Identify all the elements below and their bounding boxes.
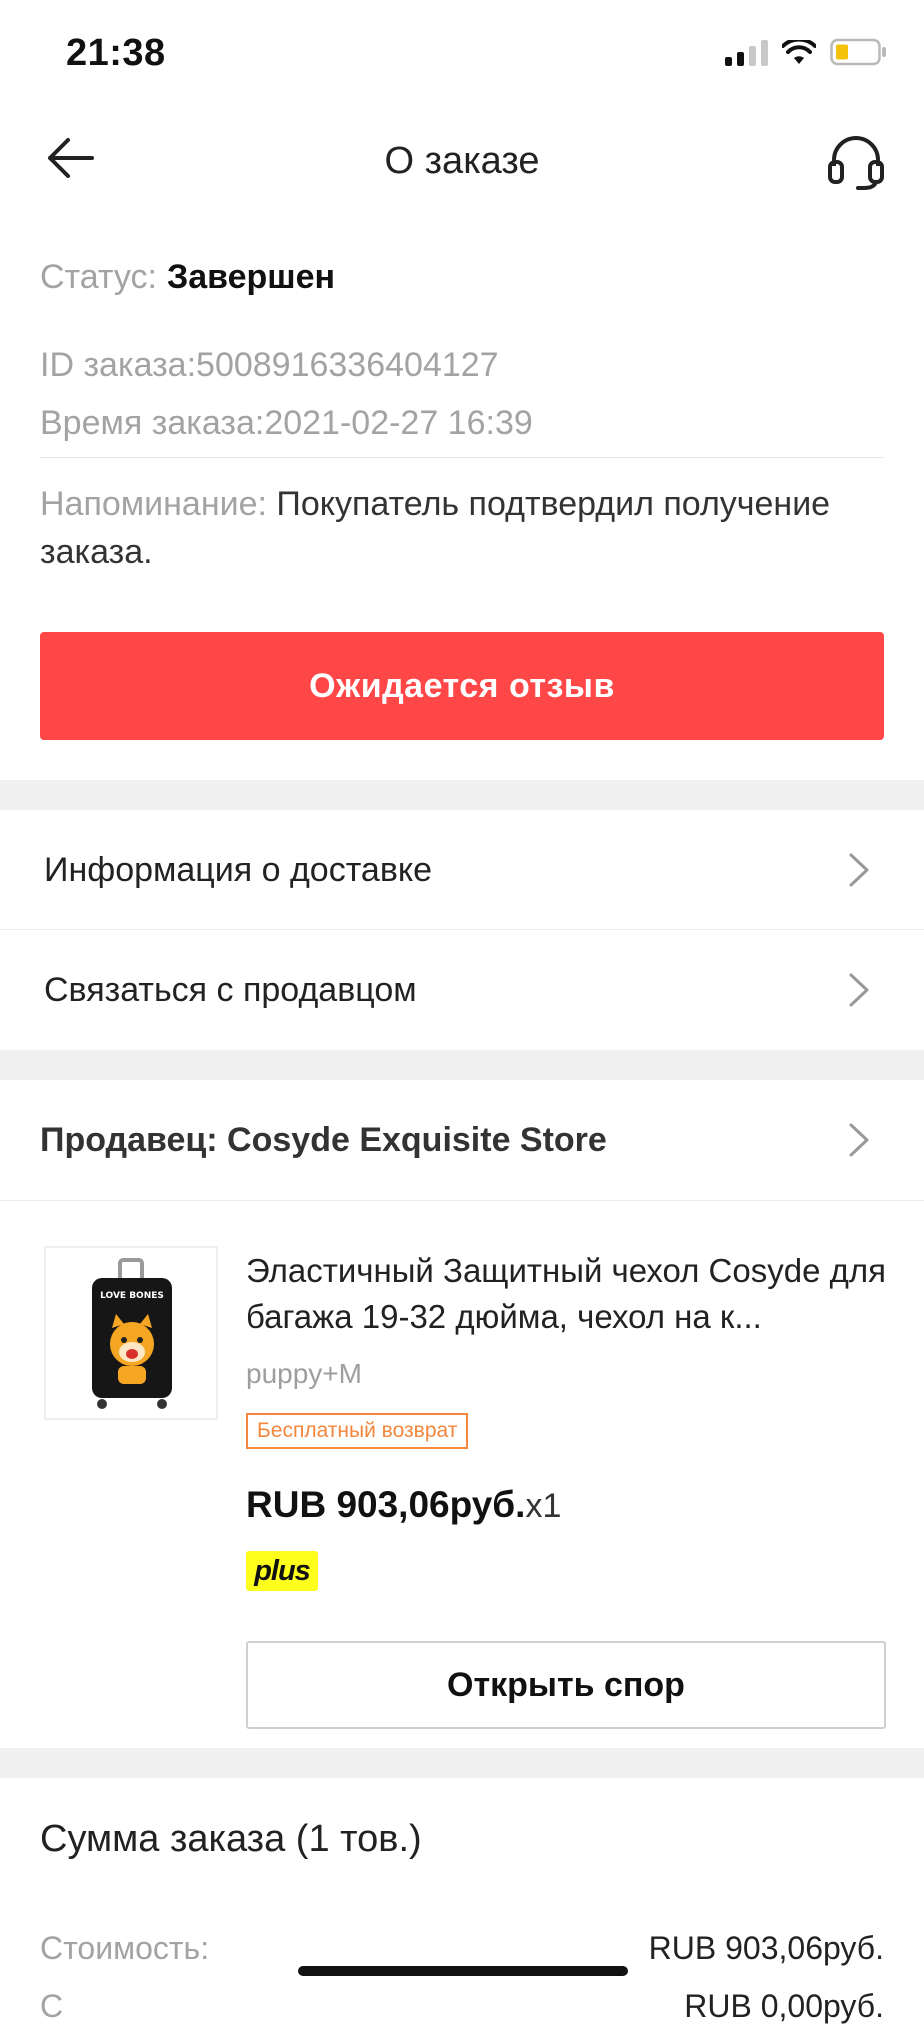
chevron-right-icon — [849, 853, 869, 887]
awaiting-review-button[interactable]: Ожидается отзыв — [40, 632, 884, 740]
product-title[interactable]: Эластичный Защитный чехол Cosyde для баг… — [246, 1248, 886, 1340]
section-gap — [0, 780, 924, 810]
delivery-info-row[interactable]: Информация о доставке — [0, 810, 924, 930]
order-status: Статус: Завершен — [40, 258, 335, 297]
cost-label: Стоимость: — [40, 1930, 210, 1966]
price-value: RUB 903,06руб. — [246, 1484, 526, 1525]
status-icons — [725, 38, 888, 66]
divider — [0, 1200, 924, 1201]
wifi-icon — [782, 40, 816, 64]
contact-seller-label: Связаться с продавцом — [44, 970, 417, 1009]
free-return-badge: Бесплатный возврат — [246, 1413, 469, 1449]
delivery-info-label: Информация о доставке — [44, 850, 433, 889]
divider — [40, 457, 884, 458]
page-title: О заказе — [384, 140, 540, 182]
home-indicator[interactable] — [298, 1966, 628, 1976]
order-time: Время заказа:2021-02-27 16:39 — [40, 404, 533, 442]
section-gap — [0, 1748, 924, 1778]
plus-badge: plus — [246, 1551, 318, 1591]
status-label: Статус: — [40, 258, 157, 296]
chevron-right-icon — [849, 1123, 869, 1157]
open-dispute-button[interactable]: Открыть спор — [246, 1641, 886, 1729]
status-value: Завершен — [166, 258, 336, 296]
order-sum-title: Сумма заказа (1 тов.) — [40, 1818, 422, 1860]
svg-text:LOVE BONES: LOVE BONES — [100, 1291, 164, 1301]
quantity: x1 — [525, 1487, 562, 1525]
status-time: 21:38 — [66, 32, 166, 74]
cost-value: RUB 903,06руб. — [648, 1930, 884, 1966]
order-reminder: Напоминание: Покупатель подтвердил получ… — [40, 480, 884, 576]
headset-icon — [828, 136, 884, 190]
section-gap — [0, 1050, 924, 1080]
product-image[interactable]: LOVE BONES — [44, 1246, 218, 1420]
luggage-image: LOVE BONES — [92, 1258, 172, 1409]
summary-value: RUB 0,00руб. — [684, 1988, 884, 2024]
product-price: RUB 903,06руб.x1 — [246, 1484, 561, 1526]
seller-name: Продавец: Cosyde Exquisite Store — [40, 1120, 607, 1159]
seller-row[interactable]: Продавец: Cosyde Exquisite Store — [0, 1080, 924, 1200]
contact-seller-row[interactable]: Связаться с продавцом — [0, 930, 924, 1050]
reminder-label: Напоминание: — [40, 485, 267, 523]
chevron-right-icon — [849, 973, 869, 1007]
signal-icon — [725, 40, 768, 66]
battery-icon — [830, 38, 886, 66]
support-button[interactable] — [824, 130, 888, 194]
order-id: ID заказа:5008916336404127 — [40, 346, 499, 384]
product-variant: puppy+M — [246, 1358, 362, 1389]
summary-label: С — [40, 1988, 64, 2024]
